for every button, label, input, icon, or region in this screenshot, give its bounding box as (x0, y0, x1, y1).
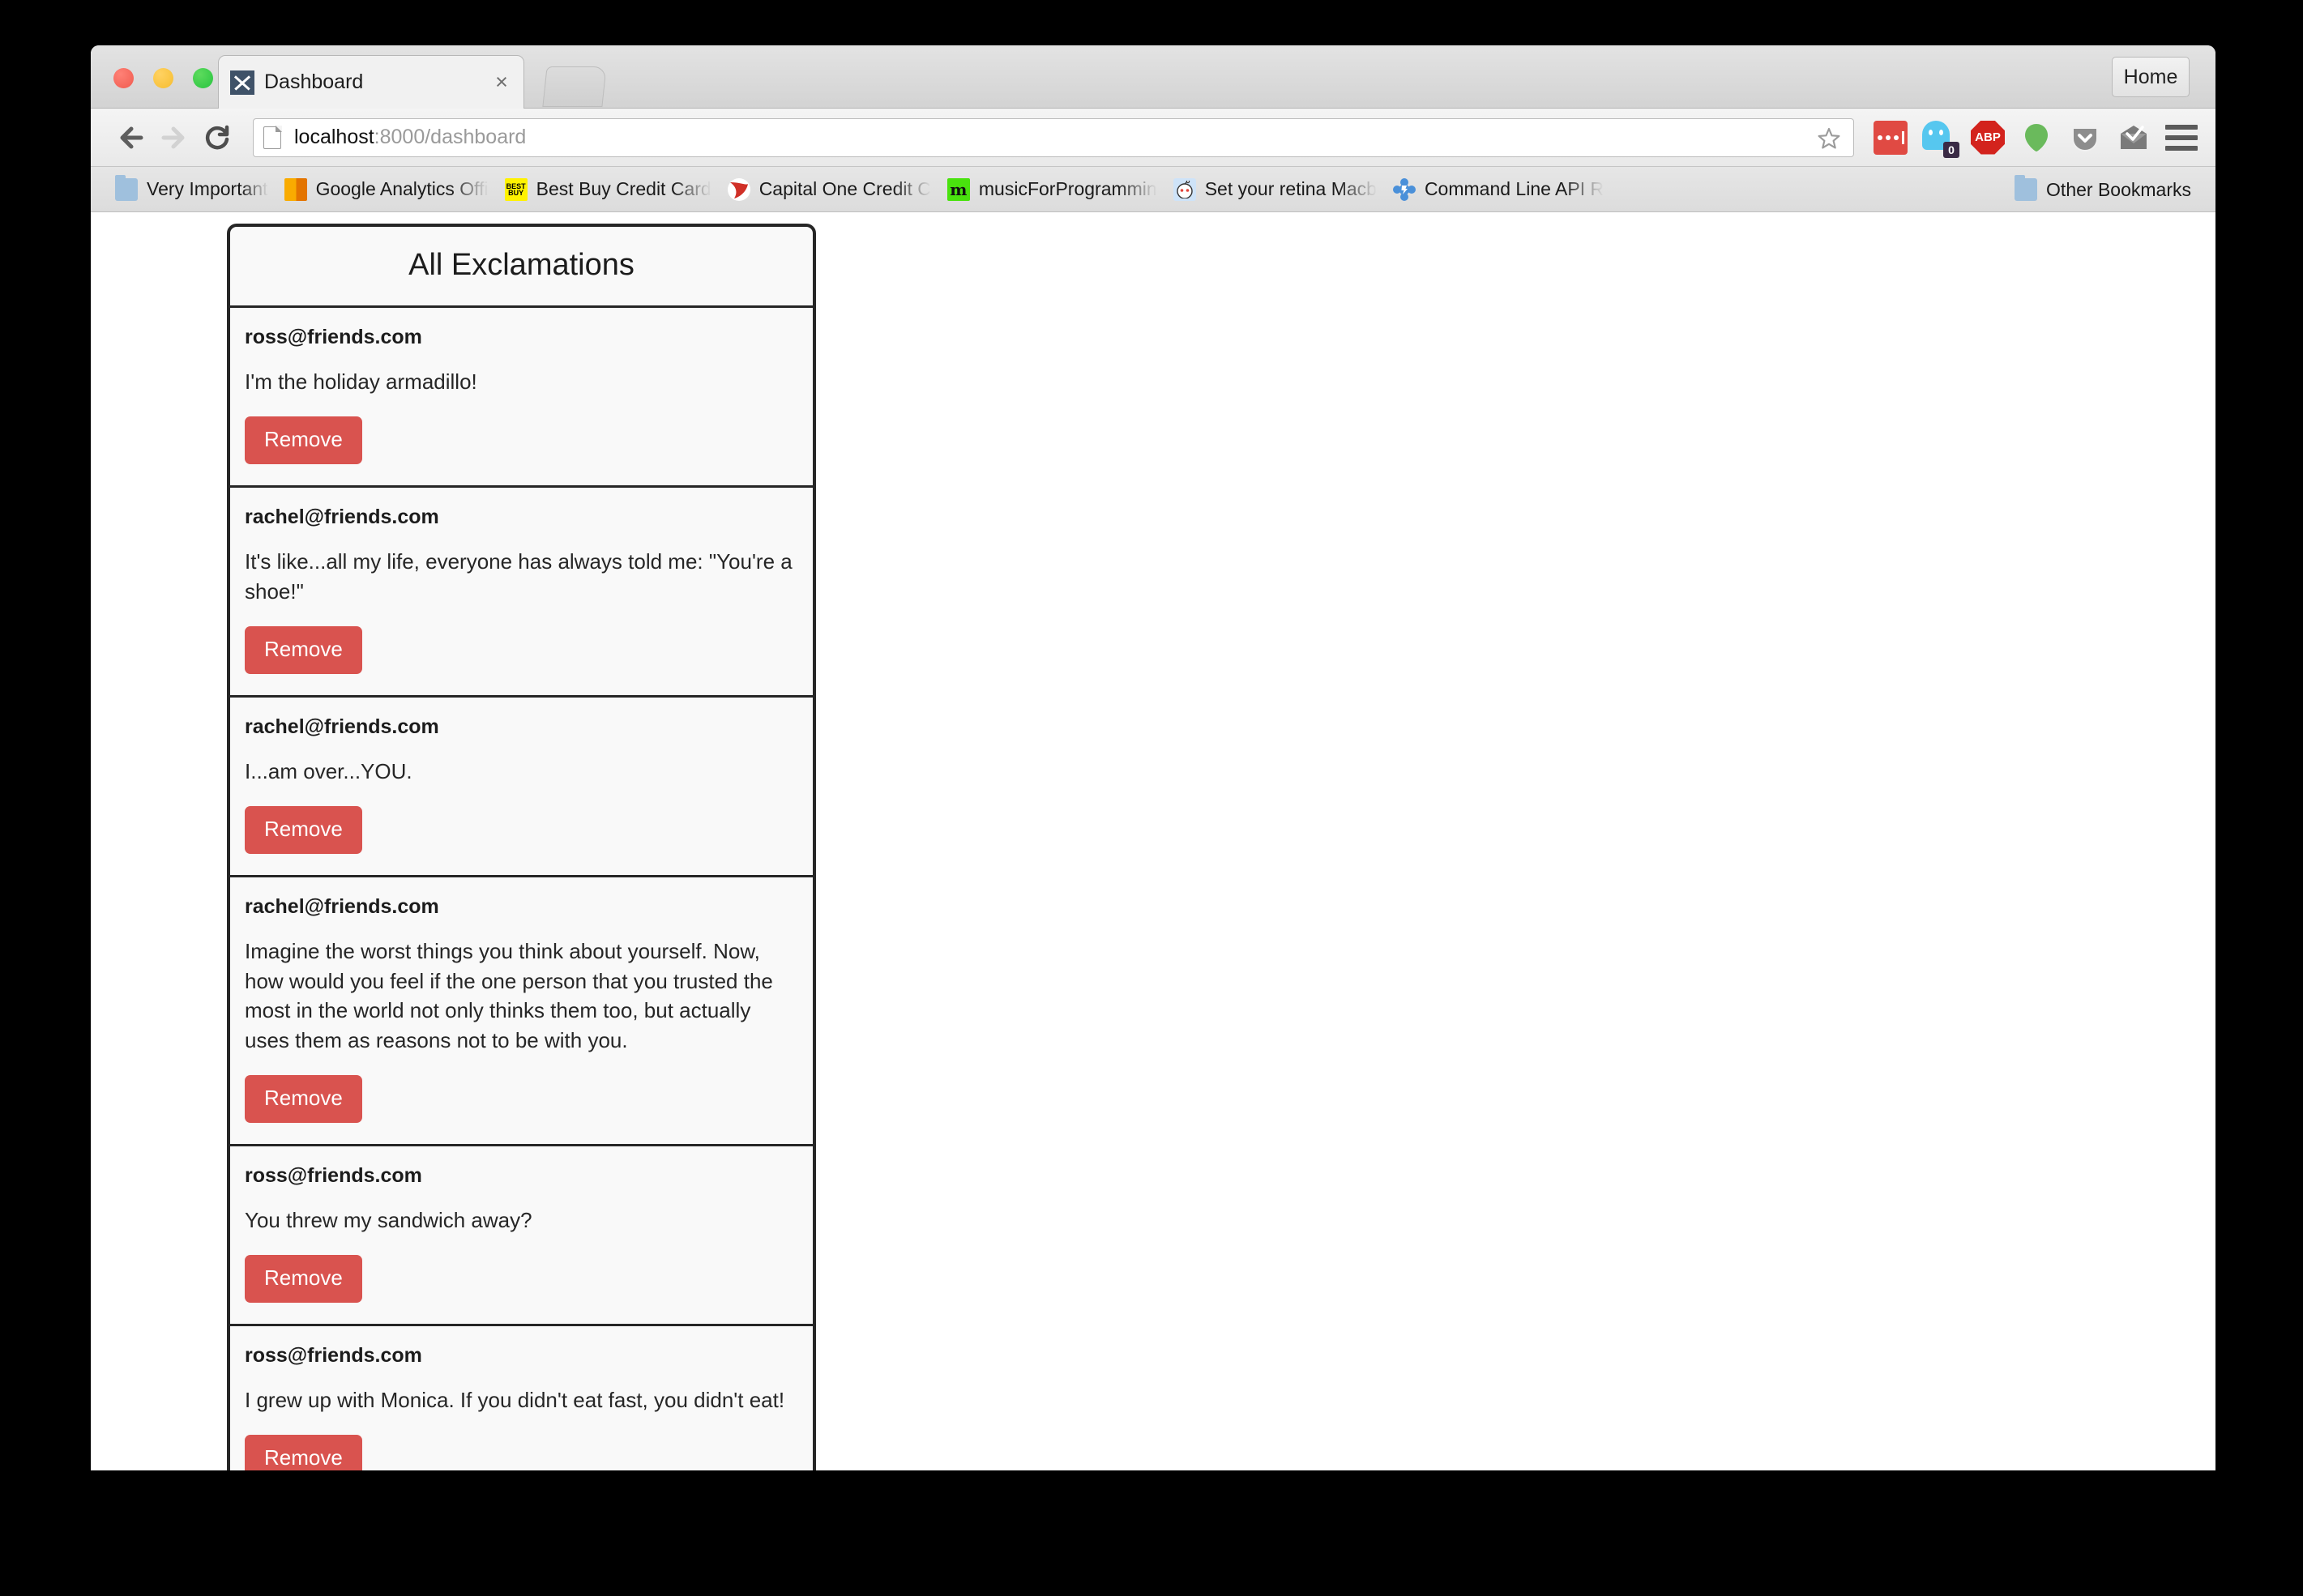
exclamation-text: I...am over...YOU. (245, 758, 412, 783)
bookmark-label: Best Buy Credit Card (536, 178, 711, 199)
reload-icon[interactable] (196, 116, 240, 160)
exclamations-panel: All Exclamations ross@friends.com I'm th… (227, 224, 816, 1470)
bowtie-favicon (230, 70, 254, 95)
browser-window: Dashboard × Home localhost:8000/dashboar… (91, 45, 2215, 1470)
bookmark-label: musicForProgrammin (978, 178, 1157, 199)
list-item: ross@friends.com I'm the holiday armadil… (230, 308, 813, 488)
bookmark-label: Command Line API R (1424, 178, 1604, 199)
exclamation-text: I'm the holiday armadillo! (245, 369, 477, 394)
bookmark-google-analytics[interactable]: Google Analytics Offi (276, 172, 497, 207)
adblock-plus-icon[interactable]: ABP (1971, 120, 2005, 155)
back-arrow-icon[interactable] (109, 116, 152, 160)
url-text: localhost:8000/dashboard (294, 126, 526, 149)
other-bookmarks-folder[interactable]: Other Bookmarks (2008, 172, 2198, 207)
musicforprogramming-icon: m (946, 177, 970, 201)
blue-flower-icon (1392, 177, 1416, 201)
remove-button[interactable]: Remove (245, 625, 362, 674)
exclamation-email: rachel@friends.com (245, 894, 439, 918)
remove-button[interactable]: Remove (245, 805, 362, 854)
other-bookmarks-label: Other Bookmarks (2046, 178, 2191, 200)
reddit-icon (1173, 177, 1196, 201)
browser-toolbar: localhost:8000/dashboard 0 ABP (91, 109, 2215, 167)
bookmark-label: Capital One Credit C (758, 178, 931, 199)
remove-button[interactable]: Remove (245, 1255, 362, 1304)
url-host: localhost (294, 126, 374, 148)
tab-title: Dashboard (264, 70, 364, 93)
panel-heading: All Exclamations (230, 227, 813, 308)
page-document-icon (263, 125, 282, 149)
page-viewport: All Exclamations ross@friends.com I'm th… (91, 212, 2215, 1470)
pocket-icon[interactable] (2068, 121, 2102, 155)
maximize-window-button[interactable] (193, 68, 213, 88)
exclamation-email: ross@friends.com (245, 1164, 422, 1188)
bookmark-label: Very Important (147, 178, 268, 199)
tab-dashboard[interactable]: Dashboard × (218, 55, 524, 109)
close-icon[interactable]: × (491, 70, 512, 93)
ghostery-icon[interactable]: 0 (1922, 120, 1959, 158)
window-traffic-lights (113, 68, 213, 88)
tab-strip: Dashboard × Home (91, 45, 2215, 109)
hamburger-menu-icon[interactable] (2165, 124, 2198, 151)
exclamation-email: ross@friends.com (245, 326, 422, 348)
bookmark-retina-macbook[interactable]: Set your retina Macb (1165, 172, 1385, 207)
exclamation-email: ross@friends.com (245, 1344, 422, 1368)
exclamation-text: You threw my sandwich away? (245, 1208, 532, 1233)
evernote-icon[interactable] (2019, 121, 2053, 155)
forward-arrow-icon[interactable] (152, 116, 196, 160)
list-item: rachel@friends.com It's like...all my li… (230, 488, 813, 698)
bookmark-label: Set your retina Macb (1204, 178, 1377, 199)
list-item: ross@friends.com I grew up with Monica. … (230, 1326, 813, 1470)
bookmarks-bar: Very Important Google Analytics Offi BES… (91, 167, 2215, 212)
exclamation-email: rachel@friends.com (245, 715, 439, 738)
list-item: rachel@friends.com I...am over...YOU. Re… (230, 698, 813, 877)
bestbuy-icon: BEST BUY (504, 177, 528, 201)
list-item: rachel@friends.com Imagine the worst thi… (230, 877, 813, 1147)
capitalone-icon (727, 177, 750, 201)
remove-button[interactable]: Remove (245, 416, 362, 464)
remove-button[interactable]: Remove (245, 1075, 362, 1124)
star-icon[interactable] (1816, 126, 1842, 156)
url-path: :8000/dashboard (374, 126, 527, 148)
exclamation-email: rachel@friends.com (245, 505, 439, 528)
extension-icons: 0 ABP (1874, 120, 2198, 158)
address-bar[interactable]: localhost:8000/dashboard (253, 117, 1854, 157)
close-window-button[interactable] (113, 68, 134, 88)
bookmark-very-important[interactable]: Very Important (107, 172, 276, 207)
folder-icon (2015, 175, 2038, 201)
exclamation-text: It's like...all my life, everyone has al… (245, 548, 793, 604)
bookmark-music-for-programming[interactable]: m musicForProgrammin (939, 172, 1165, 207)
home-button[interactable]: Home (2112, 57, 2190, 97)
lastpass-icon[interactable] (1874, 120, 1908, 155)
minimize-window-button[interactable] (153, 68, 173, 88)
list-item: ross@friends.com You threw my sandwich a… (230, 1146, 813, 1327)
ghostery-badge: 0 (1943, 141, 1959, 158)
remove-button[interactable]: Remove (245, 1435, 362, 1470)
new-tab-button[interactable] (542, 66, 607, 107)
bookmark-command-line-api[interactable]: Command Line API R (1385, 172, 1612, 207)
exclamation-text: I grew up with Monica. If you didn't eat… (245, 1388, 785, 1413)
bookmark-label: Google Analytics Offi (315, 178, 489, 199)
google-analytics-icon (284, 177, 307, 201)
bookmark-capital-one[interactable]: Capital One Credit C (720, 172, 939, 207)
page-title: All Exclamations (408, 248, 634, 282)
mailbox-icon[interactable] (2117, 121, 2151, 155)
bookmark-best-buy[interactable]: BEST BUY Best Buy Credit Card (497, 172, 720, 207)
folder-icon (115, 174, 138, 201)
exclamation-text: Imagine the worst things you think about… (245, 938, 773, 1053)
